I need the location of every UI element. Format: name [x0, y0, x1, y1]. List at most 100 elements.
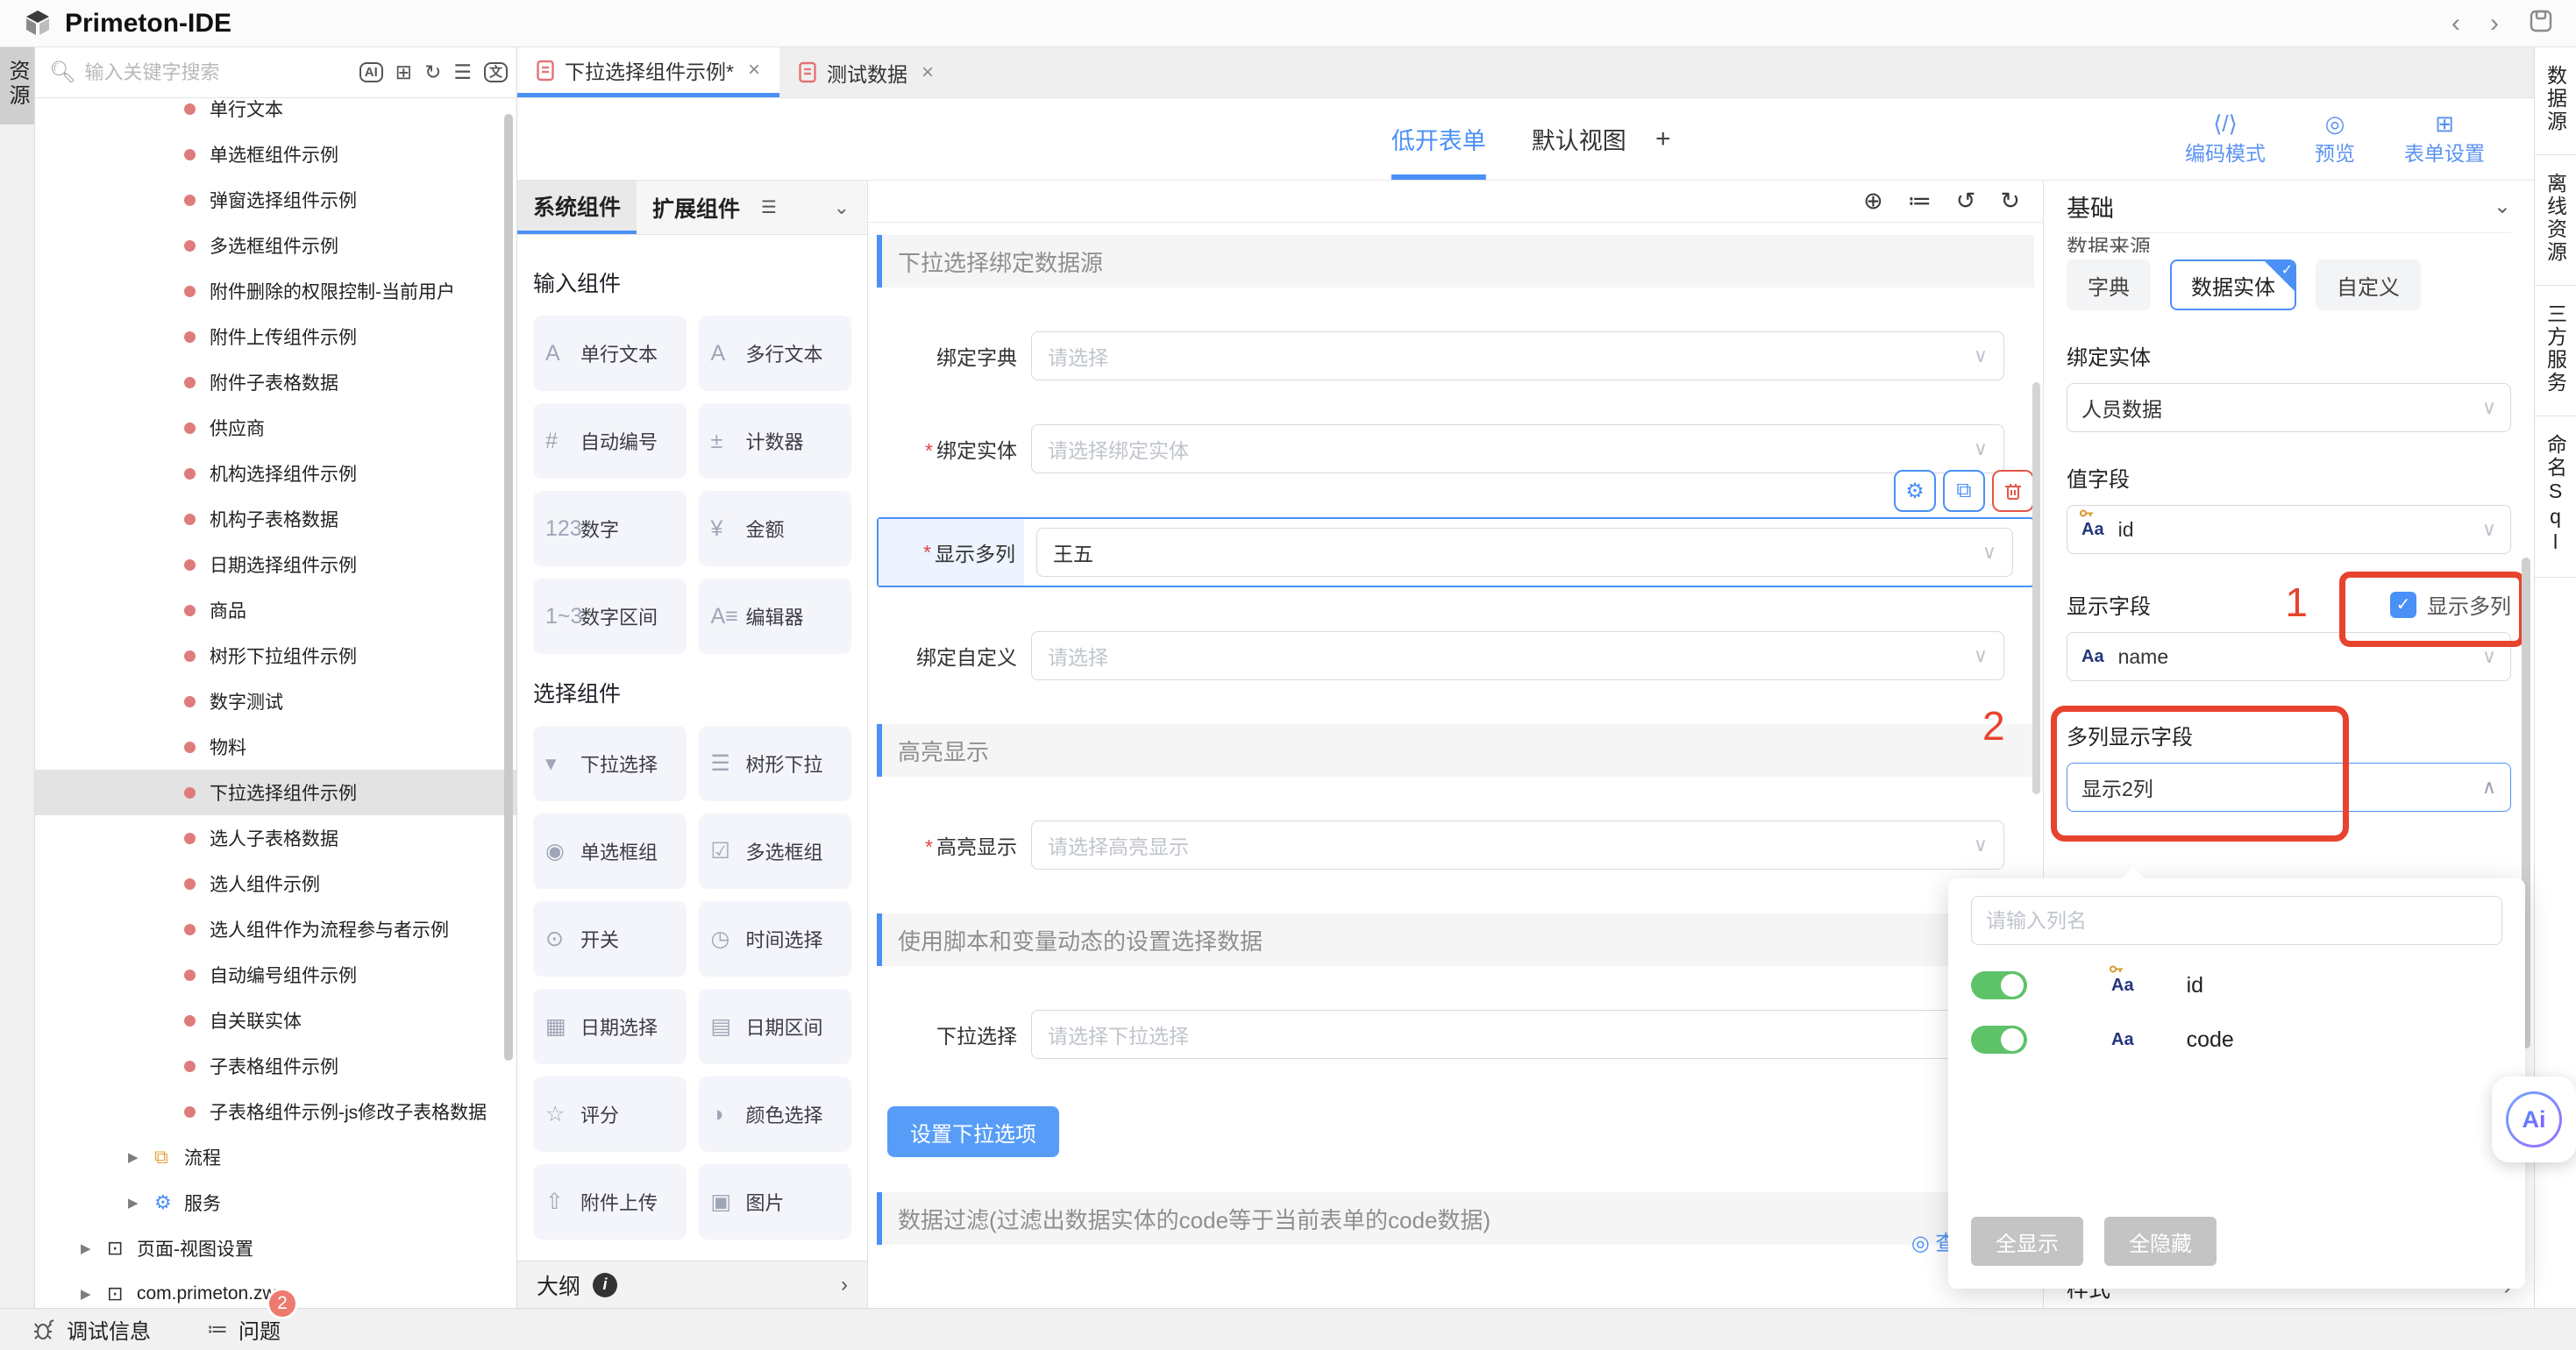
redo-icon[interactable]: ↻ [2000, 189, 2020, 213]
section-header[interactable]: 高亮显示 [877, 724, 2034, 777]
translate-icon[interactable]: 文 [484, 62, 508, 82]
show-all-button[interactable]: 全显示 [1971, 1217, 2083, 1266]
section-header[interactable]: 数据过滤(过滤出数据实体的code等于当前表单的code数据) [877, 1192, 2034, 1245]
tree-item[interactable]: ▶ 附件子表格数据 [35, 359, 516, 405]
tree-item[interactable]: ▶ 选人组件作为流程参与者示例 [35, 906, 516, 952]
tree-item[interactable]: ▶ 日期选择组件示例 [35, 542, 516, 587]
ai-assistant-button[interactable]: Ai [2506, 1091, 2562, 1148]
tree-item[interactable]: ▶ 附件删除的权限控制-当前用户 [35, 268, 516, 314]
value-field-select[interactable]: Aa id ∨ [2067, 505, 2511, 554]
tree-item[interactable]: ▶ 供应商 [35, 405, 516, 451]
document-tab[interactable]: 测试数据 × [779, 47, 953, 97]
globe-icon[interactable]: ⊕ [1863, 189, 1883, 213]
palette-component[interactable]: ◷ 时间选择 [699, 901, 852, 977]
tree-item[interactable]: ▶ 子表格组件示例-js修改子表格数据 [35, 1089, 516, 1134]
tree-item[interactable]: ▶ 选人组件示例 [35, 861, 516, 906]
close-icon[interactable]: × [922, 60, 934, 85]
palette-component[interactable]: ▦ 日期选择 [533, 989, 687, 1064]
hide-all-button[interactable]: 全隐藏 [2104, 1217, 2217, 1266]
bind-custom-select[interactable]: 请选择 ∨ [1031, 631, 2004, 680]
section-header[interactable]: 使用脚本和变量动态的设置选择数据 [877, 913, 2034, 966]
tree-scrollbar[interactable] [504, 114, 513, 1061]
sort-icon[interactable]: ☰ [453, 62, 472, 82]
palette-component[interactable]: ⊙ 开关 [533, 901, 687, 977]
multi-column-checkbox[interactable]: ✓ 显示多列 [2390, 589, 2511, 620]
palette-component[interactable]: ▤ 日期区间 [699, 989, 852, 1064]
expand-arrow-icon[interactable]: ▶ [81, 1286, 107, 1302]
tree-item[interactable]: ▶ 页面-视图设置 [35, 1226, 516, 1271]
palette-component[interactable]: ◑ 颜色选择 [699, 1076, 852, 1152]
problems-item[interactable]: ≔ 问题 2 [207, 1314, 281, 1345]
palette-component[interactable]: 123 数字 [533, 491, 687, 566]
palette-component[interactable]: A≡ 编辑器 [699, 579, 852, 654]
palette-component[interactable]: ◉ 单选框组 [533, 814, 687, 889]
palette-component[interactable]: ± 计数器 [699, 403, 852, 479]
tree-item[interactable]: ▶ 子表格组件示例 [35, 1043, 516, 1089]
palette-component[interactable]: 1~3 数字区间 [533, 579, 687, 654]
tree-item[interactable]: ▶ 机构子表格数据 [35, 496, 516, 542]
bind-dict-select[interactable]: 请选择 ∨ [1031, 331, 2004, 380]
selected-component-multi-col[interactable]: ⚙ ⧉ *显示多列 王五 ∨ [877, 517, 2034, 587]
refresh-icon[interactable]: ↻ [424, 62, 441, 82]
display-field-select[interactable]: Aa name ∨ [2067, 632, 2511, 681]
right-strip-tab[interactable]: 三方服务 [2535, 286, 2576, 416]
checkbox-checked-icon[interactable]: ✓ [2390, 592, 2416, 618]
tree-item[interactable]: ▶ 单行文本 [35, 86, 516, 131]
column-name-input[interactable] [1971, 896, 2502, 945]
view-action[interactable]: ⊞ 表单设置 [2404, 111, 2485, 167]
delete-button[interactable] [1992, 470, 2034, 512]
right-strip-tab[interactable]: 命名Sql [2535, 416, 2576, 578]
set-dropdown-options-button[interactable]: 设置下拉选项 [887, 1106, 1059, 1157]
expand-arrow-icon[interactable]: ▶ [128, 1195, 154, 1211]
palette-component[interactable]: ☆ 评分 [533, 1076, 687, 1152]
tree-item[interactable]: ▶ 数字测试 [35, 679, 516, 724]
close-icon[interactable]: × [748, 58, 760, 82]
view-action[interactable]: ◎ 预览 [2315, 111, 2355, 167]
debug-info-item[interactable]: 调试信息 [33, 1314, 151, 1345]
palette-component[interactable]: A 单行文本 [533, 316, 687, 391]
copy-button[interactable]: ⧉ [1943, 470, 1985, 512]
props-section-basic[interactable]: 基础 ⌄ [2067, 181, 2511, 233]
view-tab[interactable]: 低开表单 [1391, 98, 1486, 180]
palette-tab[interactable]: 系统组件 [517, 181, 637, 234]
palette-component[interactable]: # 自动编号 [533, 403, 687, 479]
section-header[interactable]: 下拉选择绑定数据源 [877, 235, 2034, 288]
data-source-option[interactable]: 字典 ✓ [2067, 259, 2151, 310]
chevron-right-icon[interactable]: › [841, 1273, 848, 1297]
column-visibility-toggle[interactable] [1971, 971, 2027, 999]
tree-item[interactable]: ▶ 多选框组件示例 [35, 223, 516, 268]
right-strip-tab[interactable]: 数据源 [2535, 47, 2576, 155]
tree-item[interactable]: ▶ 商品 [35, 587, 516, 633]
right-strip-tab[interactable]: 离线资源 [2535, 155, 2576, 286]
palette-menu-icon[interactable]: ☰ [761, 181, 777, 234]
expand-arrow-icon[interactable]: ▶ [81, 1240, 107, 1256]
undo-icon[interactable]: ↺ [1956, 189, 1976, 213]
tree-item[interactable]: ▶ 单选框组件示例 [35, 131, 516, 177]
tree-item[interactable]: ▶ 机构选择组件示例 [35, 451, 516, 496]
tree-item[interactable]: ▶ 选人子表格数据 [35, 815, 516, 861]
expand-arrow-icon[interactable]: ▶ [128, 1149, 154, 1165]
dropdown-select[interactable]: 请选择下拉选择 ∨ [1031, 1010, 2004, 1059]
outline-icon[interactable]: ≔ [1908, 189, 1932, 213]
palette-component[interactable]: ☑ 多选框组 [699, 814, 852, 889]
nav-back-icon[interactable]: ‹ [2451, 11, 2460, 37]
data-source-option[interactable]: 自定义 ✓ [2316, 259, 2421, 310]
save-icon[interactable] [2529, 9, 2553, 39]
multi-col-select[interactable]: 王五 ∨ [1036, 528, 2013, 577]
palette-component[interactable]: ⇧ 附件上传 [533, 1164, 687, 1240]
tree-item[interactable]: ▶ 自关联实体 [35, 998, 516, 1043]
palette-component[interactable]: ¥ 金额 [699, 491, 852, 566]
tree-item[interactable]: ▶ 物料 [35, 724, 516, 770]
search-input[interactable] [84, 61, 346, 84]
tree-item[interactable]: ▶ 附件上传组件示例 [35, 314, 516, 359]
outline-footer[interactable]: 大纲 i › [517, 1261, 867, 1308]
palette-component[interactable]: ☰ 树形下拉 [699, 726, 852, 801]
document-tab[interactable]: 下拉选择组件示例* × [517, 47, 779, 97]
new-model-icon[interactable]: ⊞ [395, 62, 412, 82]
multi-display-select[interactable]: 显示2列 ∧ [2067, 763, 2511, 812]
view-tab[interactable]: 默认视图 [1532, 98, 1626, 180]
highlight-select[interactable]: 请选择高亮显示 ∨ [1031, 821, 2004, 870]
data-source-option[interactable]: 数据实体 ✓ [2170, 259, 2296, 310]
palette-collapse-icon[interactable]: ⌄ [834, 181, 850, 234]
column-visibility-toggle[interactable] [1971, 1026, 2027, 1054]
